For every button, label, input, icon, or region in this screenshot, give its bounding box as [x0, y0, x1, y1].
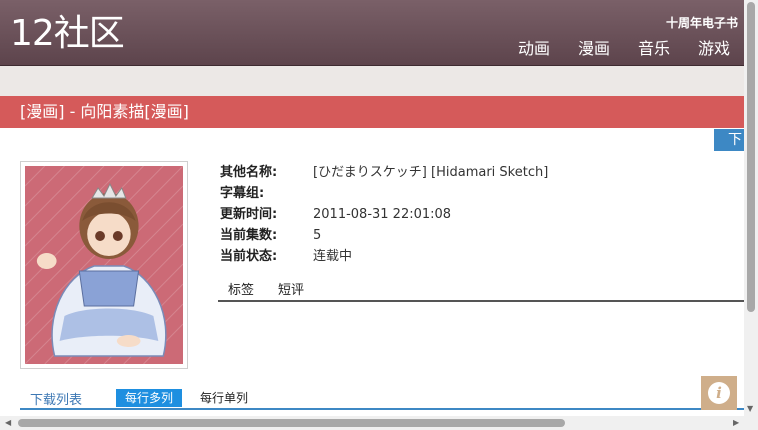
- anniversary-ebook-link[interactable]: 十周年电子书: [666, 14, 738, 31]
- info-value: 连载中: [313, 249, 353, 264]
- info-row-subtitle-group: 字幕组:: [220, 183, 548, 204]
- info-label: 其他名称:: [220, 165, 278, 180]
- sub-bar: [0, 66, 744, 96]
- info-label: 字幕组:: [220, 186, 265, 201]
- info-row-other-names: 其他名称: [ひだまりスケッチ] [Hidamari Sketch]: [220, 162, 548, 183]
- single-column-button[interactable]: 每行单列: [200, 389, 248, 407]
- horizontal-scrollbar-thumb[interactable]: [18, 419, 565, 427]
- tab-short-reviews[interactable]: 短评: [278, 280, 304, 300]
- info-row-update-time: 更新时间: 2011-08-31 22:01:08: [220, 204, 548, 225]
- scroll-left-arrow-icon[interactable]: ◀: [5, 419, 11, 427]
- tab-tags[interactable]: 标签: [228, 280, 254, 300]
- info-row-episode-count: 当前集数: 5: [220, 225, 548, 246]
- info-label: 当前状态:: [220, 249, 278, 264]
- info-value: 2011-08-31 22:01:08: [313, 207, 452, 222]
- info-label: 更新时间:: [220, 207, 278, 222]
- site-logo[interactable]: 12社区: [10, 14, 125, 54]
- page-title: [漫画] - 向阳素描[漫画]: [0, 96, 744, 128]
- info-value: 5: [313, 228, 322, 243]
- info-value: [ひだまりスケッチ] [Hidamari Sketch]: [313, 165, 549, 180]
- multi-column-button[interactable]: 每行多列: [116, 389, 183, 407]
- main-nav: 动画 漫画 音乐 游戏: [490, 38, 730, 60]
- download-list-title[interactable]: 下载列表: [30, 389, 82, 408]
- nav-anime[interactable]: 动画: [518, 38, 550, 60]
- info-button[interactable]: i: [701, 376, 737, 410]
- cover-illustration: [25, 166, 183, 364]
- nav-music[interactable]: 音乐: [638, 38, 670, 60]
- info-icon: i: [708, 382, 730, 404]
- scroll-down-arrow-icon[interactable]: ▼: [747, 405, 753, 413]
- nav-games[interactable]: 游戏: [698, 38, 730, 60]
- site-header: 12社区 十周年电子书 动画 漫画 音乐 游戏: [0, 0, 744, 66]
- scroll-right-arrow-icon[interactable]: ▶: [733, 419, 739, 427]
- nav-manga[interactable]: 漫画: [578, 38, 610, 60]
- download-list-bar: 下载列表 每行多列 每行单列: [20, 386, 744, 410]
- info-label: 当前集数:: [220, 228, 278, 243]
- vertical-scrollbar-thumb[interactable]: [747, 2, 755, 312]
- info-tabs: 标签 短评: [218, 280, 744, 302]
- cover-image: [20, 161, 188, 369]
- download-tab[interactable]: 下: [714, 129, 744, 151]
- info-row-status: 当前状态: 连载中: [220, 246, 548, 267]
- info-panel: 其他名称: [ひだまりスケッチ] [Hidamari Sketch] 字幕组: …: [220, 162, 548, 267]
